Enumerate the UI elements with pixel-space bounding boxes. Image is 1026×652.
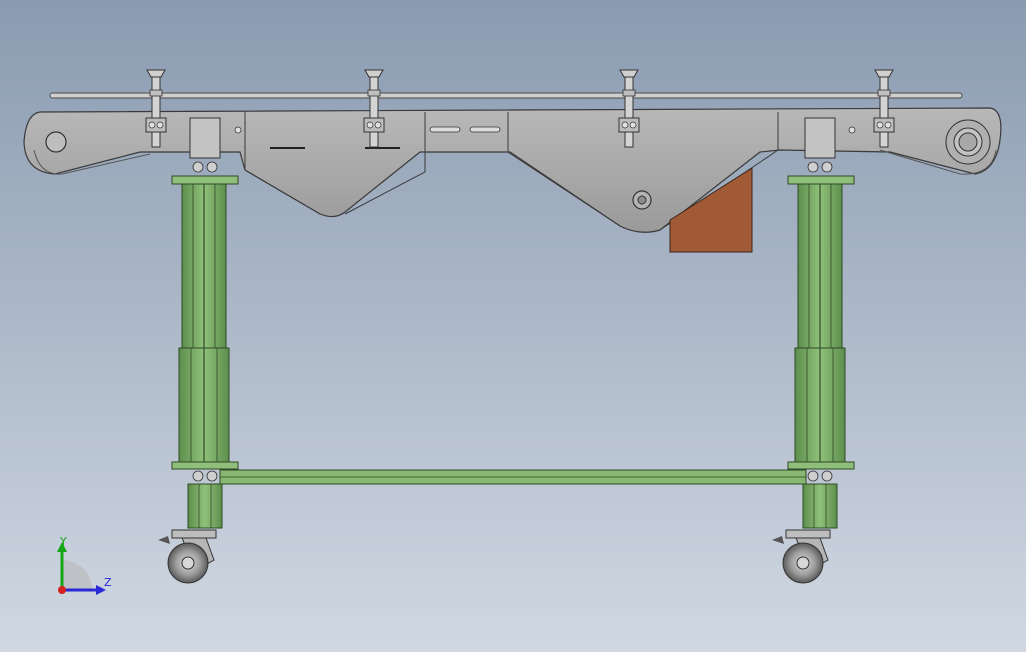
support-leg-left	[171, 117, 239, 529]
triad-y-label: Y	[59, 535, 67, 548]
caster-left	[158, 529, 217, 584]
drive-shaft-hub	[632, 190, 652, 210]
cross-beam	[219, 469, 807, 485]
conveyor-model: Y Z	[23, 69, 1002, 595]
idler-pulley	[45, 131, 67, 153]
conveyor-frame	[23, 107, 1002, 233]
guide-rail	[49, 92, 963, 99]
triad-z-label: Z	[104, 576, 112, 589]
cad-viewport[interactable]: Y Z	[0, 0, 1026, 652]
orientation-triad-icon[interactable]: Y Z	[57, 535, 112, 595]
caster-right	[772, 529, 831, 584]
support-leg-right	[787, 117, 855, 529]
drive-pulley	[945, 119, 991, 165]
